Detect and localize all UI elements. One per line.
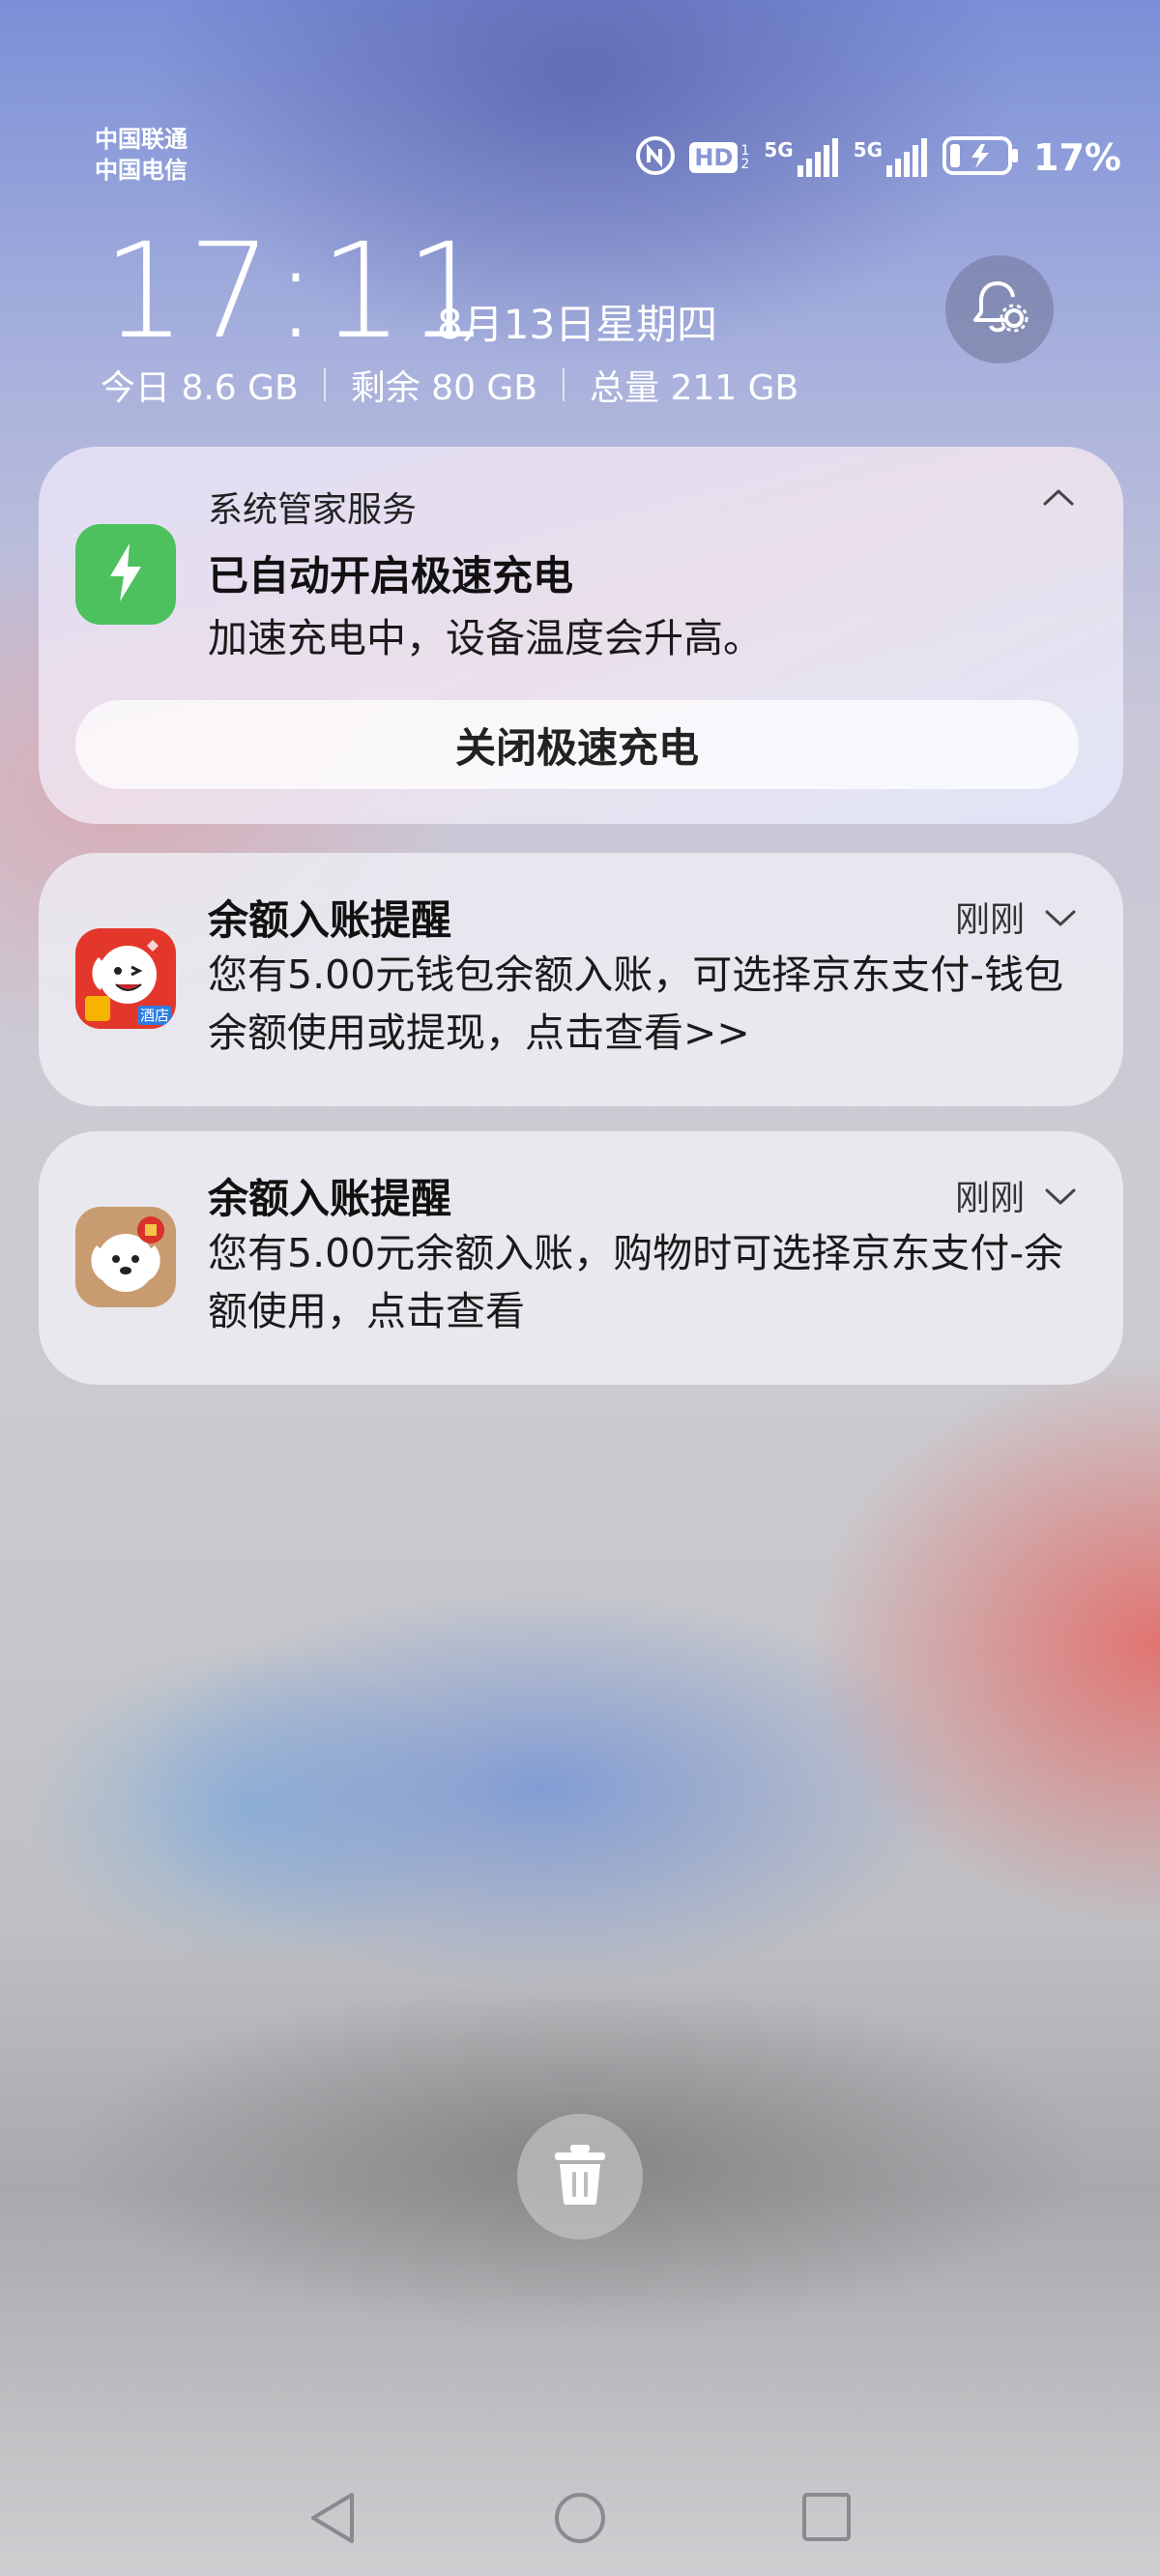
notification-title: 已自动开启极速充电	[208, 552, 574, 600]
home-icon[interactable]	[553, 2491, 607, 2549]
bell-settings-icon	[970, 278, 1030, 341]
status-icons: HD 1 2 5G 5G 17%	[635, 135, 1121, 180]
carrier-1: 中国联通	[95, 126, 188, 153]
carrier-info: 中国联通 中国电信	[95, 124, 188, 186]
notification-meta: 刚刚	[955, 1170, 1077, 1220]
battery-charging-icon	[942, 136, 1020, 179]
recents-icon[interactable]	[800, 2491, 853, 2547]
divider	[563, 368, 566, 401]
hd-label: HD	[689, 142, 739, 173]
app-icon-system-manager	[75, 524, 176, 625]
notification-body: 加速充电中，设备温度会升高。	[208, 615, 763, 661]
network-type-label: 5G	[764, 138, 794, 161]
notification-body: 您有5.00元钱包余额入账，可选择京东支付-钱包余额使用或提现，点击查看>>	[208, 951, 1064, 1056]
app-icon-badge: 酒店	[136, 1006, 172, 1025]
storage-summary: 今日 8.6 GB 剩余 80 GB 总量 211 GB	[101, 360, 798, 410]
lockscreen-clock: 17:11	[102, 216, 491, 368]
lockscreen-date: 8月13日星期四	[437, 301, 718, 348]
battery-percent: 17%	[1033, 136, 1121, 179]
notification-title: 余额入账提醒	[208, 1175, 452, 1222]
carrier-2: 中国电信	[95, 157, 188, 184]
status-bar: 中国联通 中国电信 HD 1 2 5G 5G 17%	[95, 124, 1121, 201]
notification-title: 余额入账提醒	[208, 896, 452, 944]
lightning-icon	[104, 542, 147, 607]
notification-card-balance-2[interactable]: 余额入账提醒 刚刚 您有5.00元余额入账，购物时可选择京东支付-余额使用，点击…	[39, 1131, 1123, 1385]
trash-icon	[551, 2143, 609, 2210]
notification-card-charging[interactable]: 系统管家服务 已自动开启极速充电 加速充电中，设备温度会升高。 关闭极速充电	[39, 447, 1123, 824]
disable-fast-charge-button[interactable]: 关闭极速充电	[75, 700, 1079, 789]
notification-settings-button[interactable]	[945, 255, 1054, 364]
notification-time: 刚刚	[954, 1179, 1025, 1218]
storage-today: 今日 8.6 GB	[101, 368, 299, 408]
sim-tag: 1 2	[740, 143, 750, 172]
chevron-up-icon	[1042, 489, 1075, 511]
signal-5g-icon: 5G	[854, 138, 929, 177]
storage-total: 总量 211 GB	[590, 368, 799, 408]
jd-finance-app-icon	[75, 1207, 176, 1307]
collapse-button[interactable]	[1042, 487, 1075, 511]
navigation-bar	[0, 2472, 1160, 2559]
notification-meta: 刚刚	[955, 892, 1077, 942]
notification-body: 您有5.00元余额入账，购物时可选择京东支付-余额使用，点击查看	[208, 1230, 1064, 1334]
notification-card-balance-1[interactable]: 酒店 余额入账提醒 刚刚 您有5.00元钱包余额入账，可选择京东支付-钱包余额使…	[39, 853, 1123, 1106]
expand-button[interactable]	[1044, 897, 1077, 937]
network-type-label: 5G	[853, 138, 884, 161]
hd-voice-icon: HD 1 2	[689, 142, 750, 173]
back-icon[interactable]	[307, 2491, 358, 2549]
storage-remaining: 剩余 80 GB	[350, 368, 538, 408]
expand-button[interactable]	[1044, 1176, 1077, 1215]
notification-app-name: 系统管家服务	[208, 490, 418, 530]
divider	[323, 368, 326, 401]
signal-5g-icon: 5G	[764, 138, 839, 177]
nfc-icon	[635, 135, 676, 180]
chevron-down-icon	[1044, 1176, 1077, 1215]
clear-notifications-button[interactable]	[517, 2114, 643, 2239]
notification-time: 刚刚	[954, 900, 1025, 940]
jd-hotel-app-icon: 酒店	[75, 928, 176, 1029]
chevron-down-icon	[1044, 897, 1077, 937]
